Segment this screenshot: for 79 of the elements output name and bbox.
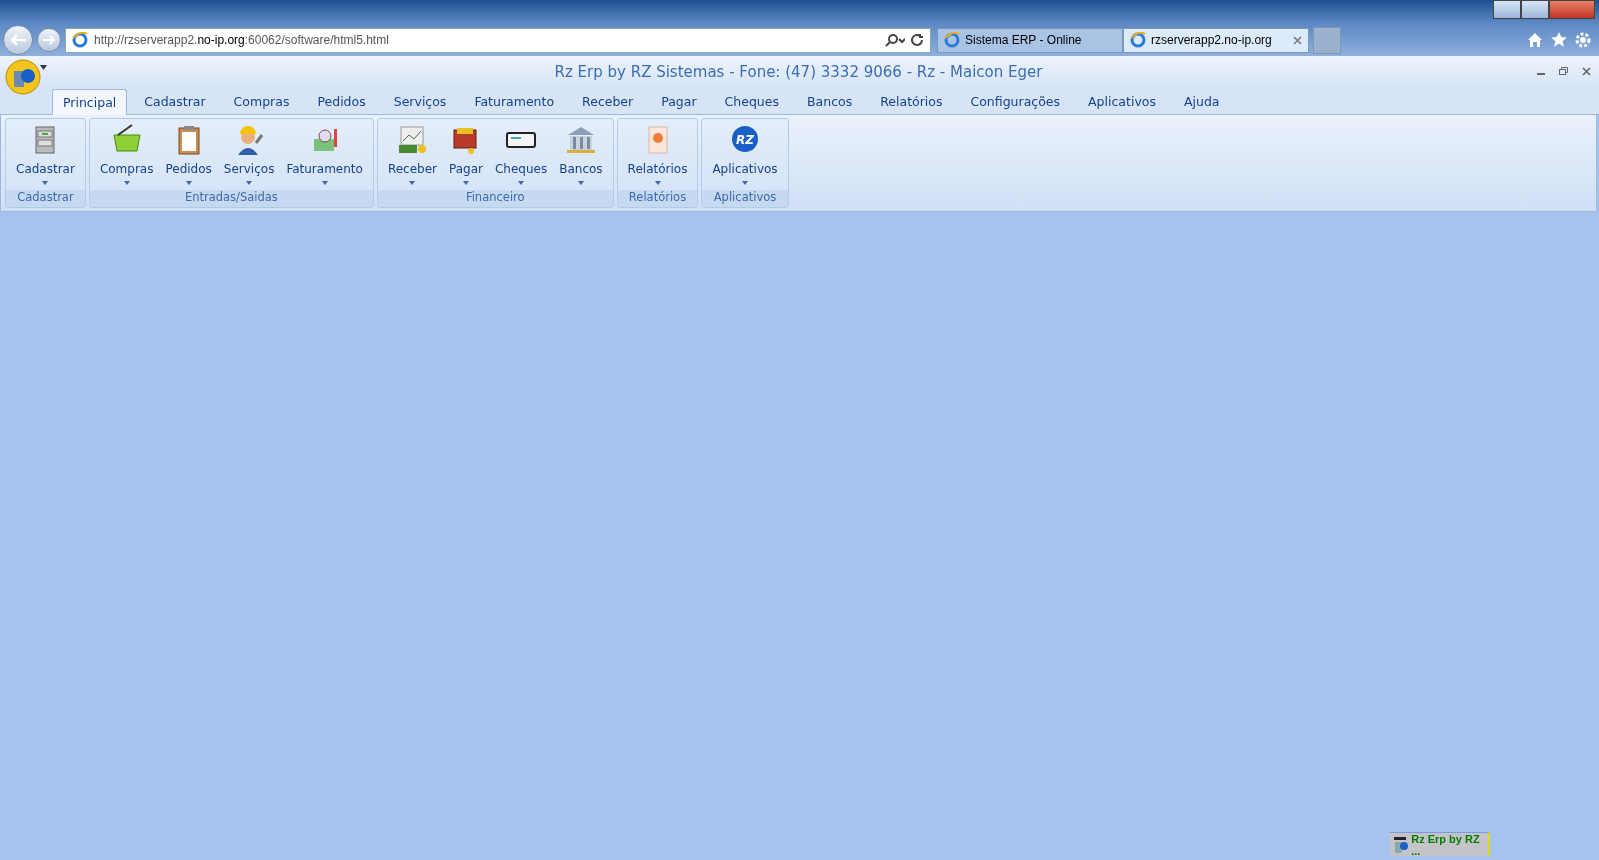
dropdown-arrow-icon — [463, 181, 469, 185]
group-label: Entradas/Saidas — [89, 190, 373, 207]
ribbon-button[interactable]: Serviços — [217, 119, 281, 190]
app-icon — [1393, 835, 1409, 854]
browser-icon — [944, 32, 960, 48]
menu-tab[interactable]: Bancos — [796, 88, 864, 114]
ribbon-button[interactable]: Cheques — [489, 119, 554, 190]
menu-tab[interactable]: Principal — [52, 89, 128, 115]
refresh-icon[interactable] — [911, 33, 924, 47]
close-icon[interactable] — [1582, 67, 1591, 76]
ribbon-button-label: Faturamento — [286, 162, 363, 176]
minimize-button[interactable] — [1493, 0, 1521, 19]
close-icon[interactable] — [1293, 35, 1302, 45]
settings-icon[interactable] — [1575, 32, 1591, 48]
dropdown-arrow-icon — [246, 181, 253, 185]
ribbon-button-label: Bancos — [559, 162, 603, 176]
ribbon-button[interactable]: Pagar — [443, 119, 489, 190]
dropdown-arrow-icon — [518, 181, 525, 185]
menu-tab[interactable]: Pagar — [650, 88, 708, 114]
ribbon-button-label: Pagar — [449, 162, 483, 176]
dropdown-arrow-icon — [577, 181, 584, 185]
restore-icon[interactable] — [1559, 67, 1568, 75]
star-icon[interactable] — [1551, 32, 1567, 47]
dropdown-arrow-icon — [742, 181, 748, 185]
menu-tab[interactable]: Faturamento — [463, 88, 566, 114]
menu-tab[interactable]: Cadastrar — [133, 88, 217, 114]
menu-tab[interactable]: Pedidos — [306, 88, 377, 114]
ribbon-button[interactable]: Compras — [93, 119, 160, 190]
close-button[interactable] — [1549, 0, 1595, 19]
menu-tab[interactable]: Receber — [571, 88, 645, 114]
ribbon-button[interactable]: Receber — [381, 119, 443, 190]
dropdown-arrow-icon — [321, 181, 328, 185]
dropdown-arrow-icon — [409, 181, 416, 185]
home-icon[interactable] — [1527, 32, 1543, 47]
ribbon-button-label: Serviços — [223, 162, 275, 176]
browser-tab[interactable]: Sistema ERP - Online — [937, 27, 1123, 53]
ribbon-button[interactable]: Pedidos — [159, 119, 218, 190]
ribbon-button-label: Pedidos — [165, 162, 212, 176]
back-button[interactable] — [3, 25, 33, 55]
ribbon-button-label: Receber — [387, 162, 437, 176]
group-label: Relatórios — [617, 190, 698, 207]
browser-tab[interactable]: rzserverapp2.no-ip.org — [1123, 27, 1309, 53]
address-bar[interactable]: http://rzserverapp2.no-ip.org:60062/software/html5.html — [65, 27, 931, 53]
dropdown-arrow-icon — [654, 181, 661, 185]
maximize-button[interactable] — [1521, 0, 1549, 19]
browser-icon — [1130, 32, 1146, 48]
ribbon-button[interactable]: Relatórios — [621, 119, 694, 190]
search-icon[interactable] — [885, 33, 905, 47]
tab-title: rzserverapp2.no-ip.org — [1151, 33, 1272, 47]
arrow-left-icon — [9, 33, 27, 47]
menu-tab[interactable]: Relatórios — [869, 88, 954, 114]
group-label: Financeiro — [377, 190, 613, 207]
menu-tab[interactable]: Compras — [222, 88, 301, 114]
tab-title: Sistema ERP - Online — [965, 33, 1082, 47]
url-text: http://rzserverapp2.no-ip.org:60062/software/html5.html — [94, 33, 389, 47]
arrow-right-icon — [42, 34, 56, 46]
menu-tab[interactable]: Cheques — [713, 88, 790, 114]
ribbon-button-label: Relatórios — [627, 162, 688, 176]
menu-tab[interactable]: Ajuda — [1172, 88, 1231, 114]
ribbon-button-label: Cheques — [495, 162, 548, 176]
ribbon-button-label: Compras — [99, 162, 154, 176]
menu-tab[interactable]: Aplicativos — [1077, 88, 1167, 114]
dropdown-arrow-icon — [123, 181, 130, 185]
group-label: Aplicativos — [702, 190, 788, 207]
window-title: Rz Erp by RZ Sistemas - Fone: (47) 3332 9066 - Rz - Maicon Eger — [553, 62, 1044, 81]
forward-button[interactable] — [37, 28, 61, 52]
dropdown-arrow-icon — [42, 181, 49, 185]
ribbon-button[interactable]: Bancos — [553, 119, 609, 190]
ribbon-button[interactable]: RZ Aplicativos — [706, 119, 784, 190]
dropdown-arrow-icon[interactable] — [40, 65, 47, 70]
ribbon-button[interactable]: Faturamento — [280, 119, 369, 190]
group-label: Cadastrar — [6, 190, 85, 207]
browser-icon — [72, 32, 88, 48]
dropdown-arrow-icon — [185, 181, 192, 185]
menu-tab[interactable]: Serviços — [382, 88, 458, 114]
ribbon-button-label: Cadastrar — [16, 162, 75, 176]
menu-tab[interactable]: Configurações — [959, 88, 1072, 114]
ribbon-button[interactable]: Cadastrar — [10, 119, 81, 190]
ribbon-button-label: Aplicativos — [712, 162, 778, 176]
